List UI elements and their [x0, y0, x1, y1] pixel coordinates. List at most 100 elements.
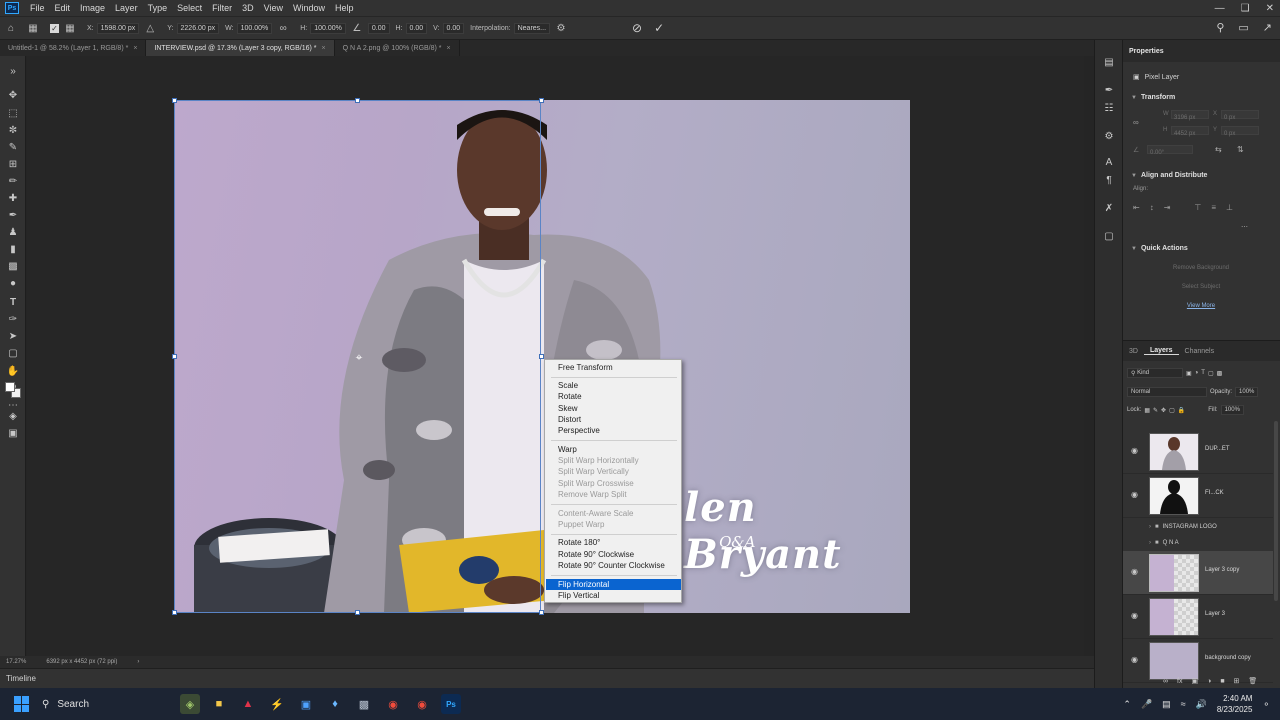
- share-icon[interactable]: ↗: [1263, 21, 1272, 34]
- menu-item-scale[interactable]: Scale: [546, 380, 681, 391]
- layers-scrollbar[interactable]: [1274, 421, 1278, 601]
- filter-pixel-icon[interactable]: ▣: [1186, 370, 1192, 377]
- angle-field[interactable]: 0.00: [367, 22, 390, 34]
- app-icon[interactable]: ⚡: [267, 694, 287, 714]
- delete-layer-icon[interactable]: 🗑: [1248, 677, 1257, 685]
- align-top-icon[interactable]: ⊤: [1194, 203, 1201, 212]
- notifications-icon[interactable]: ⚬: [1262, 699, 1270, 710]
- layer-kind-filter[interactable]: ⚲ Kind: [1127, 368, 1183, 378]
- character-icon[interactable]: A: [1103, 156, 1115, 168]
- menu-item-warp[interactable]: Warp: [546, 444, 681, 455]
- menu-edit[interactable]: Edit: [50, 3, 76, 13]
- visibility-eye-icon[interactable]: ◉: [1131, 567, 1138, 576]
- minimize-icon[interactable]: —: [1215, 3, 1225, 14]
- link-layers-icon[interactable]: ∞: [1163, 678, 1168, 685]
- eraser-tool-icon[interactable]: ▮: [6, 242, 20, 256]
- tab-layers[interactable]: Layers: [1143, 347, 1179, 355]
- menu-item-flip-horizontal[interactable]: Flip Horizontal: [546, 579, 681, 590]
- rectangle-tool-icon[interactable]: ▢: [6, 346, 20, 360]
- collapse-toolbar-icon[interactable]: »: [6, 64, 20, 78]
- layer-row[interactable]: ◉ FI...CK: [1123, 474, 1273, 518]
- vskew-field[interactable]: 0.00: [442, 22, 465, 34]
- group-expand-icon[interactable]: ›: [1149, 540, 1151, 546]
- brush-tool-icon[interactable]: ✒: [6, 208, 20, 222]
- relative-position-icon[interactable]: △: [143, 21, 157, 35]
- menu-item-rotate-90-ccw[interactable]: Rotate 90° Counter Clockwise: [546, 560, 681, 571]
- close-tab-icon[interactable]: ×: [447, 45, 451, 52]
- menu-filter[interactable]: Filter: [207, 3, 237, 13]
- x-field[interactable]: 1598.00 px: [96, 22, 140, 34]
- menu-window[interactable]: Window: [288, 3, 330, 13]
- lock-all-icon[interactable]: 🔒: [1178, 407, 1185, 414]
- filter-adjustment-icon[interactable]: ◑: [1195, 370, 1199, 376]
- quick-mask-icon[interactable]: ◈: [6, 409, 20, 423]
- transform-handle-top-right[interactable]: [539, 98, 544, 103]
- menu-item-rotate[interactable]: Rotate: [546, 391, 681, 402]
- align-center-icon[interactable]: ↕: [1150, 203, 1154, 212]
- height-field[interactable]: 100.00%: [310, 22, 346, 34]
- menu-help[interactable]: Help: [330, 3, 359, 13]
- menu-item-free-transform[interactable]: Free Transform: [546, 362, 681, 373]
- menu-item-flip-vertical[interactable]: Flip Vertical: [546, 590, 681, 601]
- align-right-icon[interactable]: ⇥: [1164, 203, 1171, 212]
- cancel-transform-icon[interactable]: ⊘: [632, 21, 642, 35]
- layer-row[interactable]: ◉ Layer 3: [1123, 595, 1273, 639]
- menu-view[interactable]: View: [259, 3, 288, 13]
- new-layer-icon[interactable]: ⊞: [1234, 677, 1240, 685]
- libraries-icon[interactable]: ⚙: [1103, 130, 1115, 142]
- adjustments-icon[interactable]: ☷: [1103, 102, 1115, 114]
- type-tool-icon[interactable]: T: [6, 295, 20, 309]
- commit-transform-icon[interactable]: ✓: [654, 21, 664, 35]
- align-section-header[interactable]: ▼ Align and Distribute: [1131, 172, 1207, 179]
- reference-point-checkbox[interactable]: ✓: [50, 23, 59, 33]
- close-icon[interactable]: ✕: [1266, 3, 1274, 14]
- tab-interview[interactable]: INTERVIEW.psd @ 17.3% (Layer 3 copy, RGB…: [146, 40, 335, 56]
- store-icon[interactable]: ▣: [296, 694, 316, 714]
- align-bottom-icon[interactable]: ⊥: [1226, 203, 1233, 212]
- menu-item-rotate-90-cw[interactable]: Rotate 90° Clockwise: [546, 549, 681, 560]
- crop-tool-icon[interactable]: ⊞: [6, 157, 20, 171]
- timeline-label[interactable]: Timeline: [6, 674, 36, 683]
- properties-tab[interactable]: Properties: [1123, 40, 1280, 62]
- lasso-tool-icon[interactable]: ✼: [6, 123, 20, 137]
- transform-handle-bottom-right[interactable]: [539, 610, 544, 615]
- layer-group-row[interactable]: › ■ INSTAGRAM LOGO: [1123, 519, 1273, 535]
- transform-section-header[interactable]: ▼ Transform: [1131, 94, 1175, 101]
- move-tool-icon[interactable]: ✥: [6, 88, 20, 102]
- tab-qna-2[interactable]: Q N A 2.png @ 100% (RGB/8) * ×: [335, 40, 460, 56]
- more-options-icon[interactable]: ⋯: [1241, 223, 1248, 231]
- filter-shape-icon[interactable]: ▢: [1208, 370, 1214, 377]
- taskbar-search[interactable]: ⚲ Search: [42, 693, 142, 715]
- menu-image[interactable]: Image: [75, 3, 110, 13]
- visibility-eye-icon[interactable]: ◉: [1131, 446, 1138, 455]
- quick-selection-tool-icon[interactable]: ✎: [6, 140, 20, 154]
- volume-icon[interactable]: 🔊: [1196, 699, 1207, 710]
- menu-item-distort[interactable]: Distort: [546, 414, 681, 425]
- visibility-eye-icon[interactable]: ◉: [1131, 490, 1138, 499]
- clone-stamp-tool-icon[interactable]: ♟: [6, 225, 20, 239]
- gradient-tool-icon[interactable]: ▩: [6, 259, 20, 273]
- menu-item-rotate-180[interactable]: Rotate 180°: [546, 537, 681, 548]
- 3d-icon[interactable]: ▢: [1103, 230, 1115, 242]
- warp-mode-icon[interactable]: ⚙: [554, 21, 568, 35]
- chrome-icon[interactable]: ◉: [383, 694, 403, 714]
- marquee-tool-icon[interactable]: ⬚: [6, 106, 20, 120]
- tab-untitled-1[interactable]: Untitled-1 @ 58.2% (Layer 1, RGB/8) * ×: [0, 40, 147, 56]
- hand-tool-icon[interactable]: ✋: [6, 364, 20, 378]
- visibility-eye-icon[interactable]: ◉: [1131, 655, 1138, 664]
- blend-mode-select[interactable]: Normal: [1127, 387, 1207, 397]
- remove-background-button[interactable]: Remove Background: [1133, 261, 1269, 275]
- tools-icon[interactable]: ✗: [1103, 202, 1115, 214]
- link-dimensions-icon[interactable]: ∞: [1133, 118, 1139, 127]
- taskbar-clock[interactable]: 2:40 AM 8/23/2025: [1217, 693, 1253, 715]
- widget-icon[interactable]: ◈: [180, 694, 200, 714]
- menu-item-skew[interactable]: Skew: [546, 403, 681, 414]
- menu-layer[interactable]: Layer: [110, 3, 143, 13]
- fill-field[interactable]: 100%: [1220, 405, 1244, 415]
- brush-settings-icon[interactable]: ✒: [1103, 84, 1115, 96]
- lock-transparent-icon[interactable]: ▦: [1144, 407, 1150, 414]
- paragraph-icon[interactable]: ¶: [1103, 174, 1115, 186]
- close-tab-icon[interactable]: ×: [322, 45, 326, 52]
- select-subject-button[interactable]: Select Subject: [1133, 280, 1269, 294]
- history-icon[interactable]: ▤: [1103, 56, 1115, 68]
